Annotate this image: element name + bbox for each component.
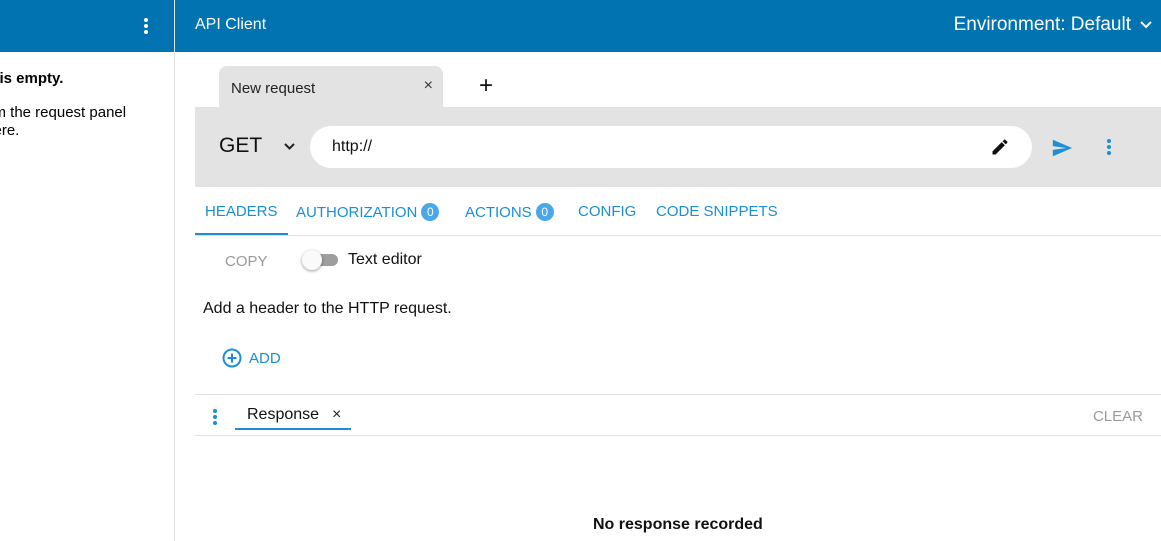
- history-sidebar: st is empty. from the request panel r he…: [0, 0, 175, 541]
- app-title: API Client: [195, 16, 267, 33]
- chevron-down-icon[interactable]: [1139, 20, 1153, 30]
- add-header-button[interactable]: ADD: [222, 347, 281, 369]
- tab-code-snippets[interactable]: CODE SNIPPETS: [656, 203, 778, 220]
- sidebar-menu-icon[interactable]: [136, 16, 156, 36]
- no-response-message: No response recorded: [593, 516, 763, 533]
- response-tab[interactable]: Response ×: [235, 395, 351, 430]
- response-tab-label: Response: [247, 406, 320, 423]
- add-header-label: ADD: [249, 349, 281, 367]
- response-bar: Response × CLEAR: [195, 394, 1161, 436]
- request-tab-label: New request: [231, 80, 316, 97]
- text-editor-label: Text editor: [348, 251, 422, 268]
- tab-headers[interactable]: HEADERS: [205, 203, 278, 220]
- actions-count-badge: 0: [535, 203, 554, 221]
- chevron-down-icon[interactable]: [283, 142, 296, 151]
- request-bar: GET: [195, 107, 1161, 187]
- sidebar-empty-title: st is empty.: [0, 70, 64, 87]
- tab-config-label: CONFIG: [578, 203, 637, 220]
- sidebar-header: [0, 0, 174, 52]
- tab-config[interactable]: CONFIG: [578, 203, 636, 220]
- close-response-icon[interactable]: ×: [332, 406, 341, 424]
- close-tab-icon[interactable]: ×: [424, 77, 433, 95]
- toggle-thumb: [302, 250, 322, 270]
- url-input[interactable]: [310, 126, 1032, 168]
- method-selector[interactable]: GET: [219, 134, 262, 158]
- app-header: API Client Environment: Default: [175, 0, 1161, 52]
- add-circle-icon: [222, 348, 242, 368]
- clear-button[interactable]: CLEAR: [1093, 408, 1143, 425]
- sidebar-empty-text: from the request panel r here.: [0, 104, 127, 139]
- tab-actions[interactable]: ACTIONS 0: [465, 203, 554, 221]
- copy-button[interactable]: COPY: [225, 253, 268, 270]
- active-tab-indicator: [195, 233, 288, 235]
- add-tab-button[interactable]: +: [479, 73, 493, 99]
- request-menu-icon[interactable]: [1106, 139, 1112, 155]
- pencil-icon[interactable]: [990, 137, 1010, 157]
- request-section-tabs: HEADERS AUTHORIZATION 0 ACTIONS 0 CONFIG C…: [195, 187, 1161, 236]
- environment-selector[interactable]: Environment: Default: [954, 14, 1131, 36]
- response-menu-icon[interactable]: [213, 409, 217, 425]
- tab-headers-label: HEADERS: [205, 203, 278, 220]
- tab-authorization[interactable]: AUTHORIZATION 0: [296, 203, 440, 221]
- send-icon[interactable]: [1050, 137, 1074, 159]
- app-root: st is empty. from the request panel r he…: [0, 0, 1161, 541]
- request-tab[interactable]: New request ×: [219, 66, 443, 108]
- tab-code-snippets-label: CODE SNIPPETS: [656, 203, 778, 220]
- headers-hint: Add a header to the HTTP request.: [203, 300, 452, 317]
- authorization-count-badge: 0: [421, 203, 440, 221]
- text-editor-toggle[interactable]: [302, 250, 338, 270]
- tab-actions-label: ACTIONS: [465, 204, 532, 221]
- tab-authorization-label: AUTHORIZATION: [296, 204, 418, 221]
